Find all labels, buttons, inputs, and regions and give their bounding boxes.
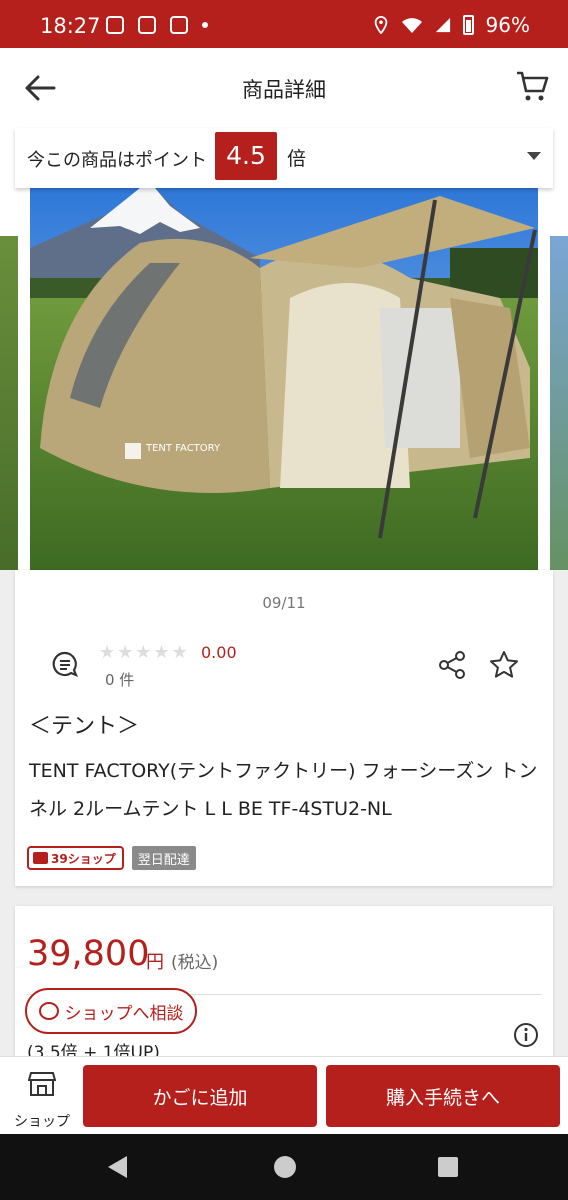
- product-category: ＜テント＞: [29, 714, 140, 739]
- consult-shop-label: ショップへ相談: [64, 1003, 184, 1024]
- app-bar: 商品詳細: [0, 48, 568, 126]
- info-icon[interactable]: [513, 1022, 539, 1048]
- product-badges: 39ショップ 翌日配達: [27, 846, 196, 870]
- star-icon: ★: [99, 642, 116, 663]
- checkout-button[interactable]: 購入手続きへ: [326, 1065, 560, 1127]
- location-icon: [374, 16, 387, 34]
- badge-39shop: 39ショップ: [27, 846, 124, 870]
- system-icons: 96%: [373, 13, 530, 37]
- truck-icon: [33, 852, 48, 864]
- tax-included-label: (税込): [171, 953, 219, 973]
- points-label: 今この商品はポイント: [27, 150, 207, 171]
- chevron-down-icon[interactable]: [527, 152, 541, 160]
- next-image-peek[interactable]: [550, 236, 568, 570]
- image-gallery[interactable]: TENT FACTORY: [0, 126, 568, 570]
- battery-icon: [462, 15, 474, 35]
- share-icon[interactable]: [437, 650, 467, 680]
- star-icon: ★: [135, 642, 152, 663]
- more-dot-icon: [202, 22, 208, 28]
- wifi-icon: [401, 18, 422, 33]
- mail-icon: [106, 16, 124, 34]
- status-bar: 18:27 96%: [0, 0, 568, 48]
- battery-percent: 96%: [485, 13, 530, 37]
- price-currency: 円: [146, 952, 164, 973]
- notification-icons: [106, 16, 208, 34]
- tent-logo-text: TENT FACTORY: [145, 443, 221, 454]
- points-multiplier: 4.5: [215, 132, 277, 180]
- product-name: TENT FACTORY(テントファクトリー) フォーシーズン トンネル 2ルー…: [29, 760, 538, 820]
- rating-value: 0.00: [201, 643, 237, 662]
- product-info-card: 09/11 ★ ★ ★ ★ ★ 0.00 0 件 ＜テント＞ TENT FACT…: [15, 570, 553, 886]
- price-amount: 39,800: [27, 934, 150, 974]
- image-counter: 09/11: [262, 594, 306, 612]
- points-unit: 倍: [287, 148, 307, 170]
- prev-image-peek[interactable]: [0, 236, 18, 570]
- product-image[interactable]: TENT FACTORY: [30, 188, 538, 570]
- review-comment-icon[interactable]: [51, 650, 79, 678]
- shop-icon: [28, 1072, 56, 1096]
- star-icon: ★: [171, 642, 188, 663]
- consult-shop-button[interactable]: ショップへ相談: [25, 988, 197, 1034]
- instagram-icon: [138, 16, 156, 34]
- signal-icon: [435, 17, 450, 33]
- page-title: 商品詳細: [242, 78, 326, 102]
- badge-next-day: 翌日配達: [131, 846, 196, 870]
- nav-recents-icon[interactable]: [438, 1157, 458, 1177]
- nav-back-icon[interactable]: [108, 1156, 127, 1178]
- status-time: 18:27: [40, 14, 101, 38]
- favorite-star-icon[interactable]: [489, 650, 519, 680]
- app-icon: [170, 16, 188, 34]
- cart-icon[interactable]: [514, 68, 550, 104]
- chat-icon: [38, 1002, 59, 1020]
- system-nav-bar: [0, 1134, 568, 1200]
- review-count[interactable]: 0 件: [105, 669, 134, 690]
- star-icon: ★: [117, 642, 134, 663]
- nav-home-icon[interactable]: [274, 1156, 296, 1178]
- rating-stars: ★ ★ ★ ★ ★: [99, 644, 188, 662]
- shop-button[interactable]: ショップ: [6, 1067, 78, 1130]
- price-card: 39,800 円 (税込) ショップへ相談 (3.5倍 + 1倍UP): [15, 906, 553, 1063]
- points-banner[interactable]: 今この商品はポイント 4.5 倍: [15, 128, 553, 188]
- badge-39shop-label: 39ショップ: [51, 851, 116, 866]
- star-icon: ★: [153, 642, 170, 663]
- bottom-action-bar: ショップ かごに追加 購入手続きへ: [0, 1056, 568, 1134]
- add-to-cart-button[interactable]: かごに追加: [83, 1065, 317, 1127]
- shop-button-label: ショップ: [14, 1114, 70, 1130]
